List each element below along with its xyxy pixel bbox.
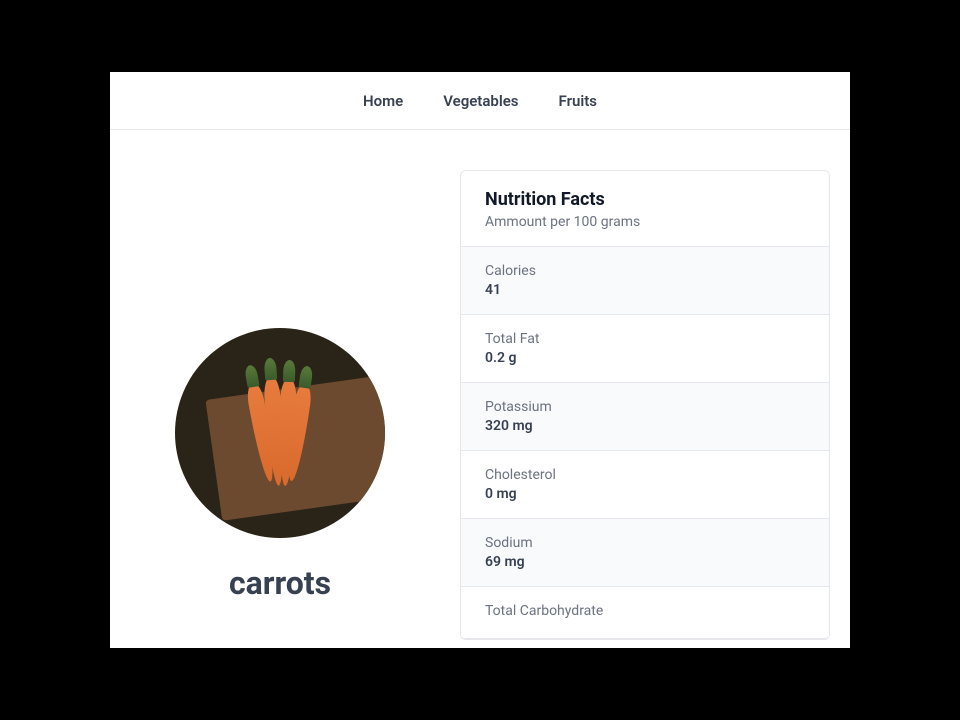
facts-subtitle: Ammount per 100 grams: [485, 214, 805, 230]
nav-vegetables[interactable]: Vegetables: [443, 92, 518, 110]
fact-value: 0.2 g: [485, 350, 805, 366]
fact-row: Total Carbohydrate: [461, 587, 829, 639]
fact-value: 69 mg: [485, 554, 805, 570]
nutrition-facts-panel: Nutrition Facts Ammount per 100 grams Ca…: [460, 170, 830, 640]
fact-row: Potassium 320 mg: [461, 383, 829, 451]
fact-value: 41: [485, 282, 805, 298]
fact-row: Cholesterol 0 mg: [461, 451, 829, 519]
nav-fruits[interactable]: Fruits: [559, 92, 597, 110]
nav-home[interactable]: Home: [363, 92, 403, 110]
facts-title: Nutrition Facts: [485, 189, 805, 210]
facts-header: Nutrition Facts Ammount per 100 grams: [461, 171, 829, 247]
top-nav: Home Vegetables Fruits: [110, 72, 850, 130]
fact-row: Sodium 69 mg: [461, 519, 829, 587]
page-viewport: Home Vegetables Fruits carrots Nutrition…: [110, 72, 850, 648]
fact-value: 0 mg: [485, 486, 805, 502]
food-title: carrots: [229, 564, 331, 602]
fact-row: Total Fat 0.2 g: [461, 315, 829, 383]
fact-label: Cholesterol: [485, 467, 805, 483]
food-image: [175, 328, 385, 538]
fact-label: Potassium: [485, 399, 805, 415]
fact-label: Calories: [485, 263, 805, 279]
facts-body: Calories 41 Total Fat 0.2 g Potassium 320 mg C…: [461, 247, 829, 639]
fact-label: Total Fat: [485, 331, 805, 347]
content: carrots Nutrition Facts Ammount per 100 …: [110, 130, 850, 640]
fact-value: 320 mg: [485, 418, 805, 434]
food-panel: carrots: [130, 170, 430, 640]
fact-row: Calories 41: [461, 247, 829, 315]
fact-label: Sodium: [485, 535, 805, 551]
fact-label: Total Carbohydrate: [485, 603, 805, 619]
